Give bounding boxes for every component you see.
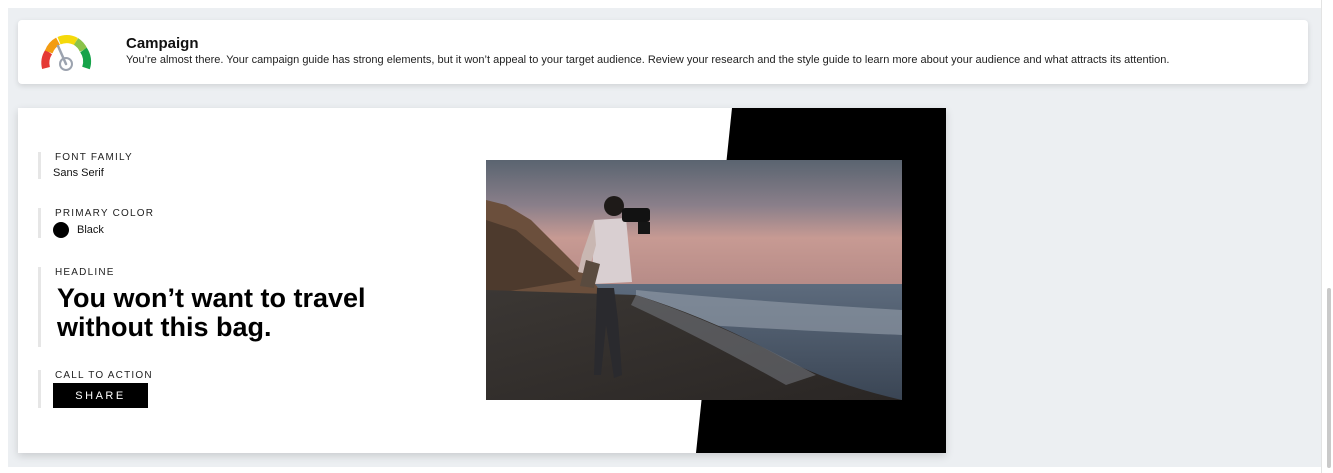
headline-text: You won’t want to travel without this ba… (57, 283, 366, 342)
campaign-preview-card: FONT FAMILY Sans Serif PRIMARY COLOR Bla… (18, 108, 946, 453)
call-to-action-label: CALL TO ACTION (55, 370, 153, 381)
photographer-beach-image (486, 160, 902, 400)
feedback-banner: Campaign You’re almost there. Your campa… (18, 20, 1308, 84)
banner-title: Campaign (126, 35, 199, 52)
primary-color-value: Black (77, 224, 104, 236)
gauge-segment (44, 37, 61, 54)
color-swatch (53, 222, 69, 238)
scrollbar[interactable] (1321, 0, 1333, 473)
gauge-segment (41, 49, 53, 69)
primary-color-field: PRIMARY COLOR Black (38, 208, 154, 238)
gauge-segment (80, 47, 92, 70)
gauge-icon (41, 35, 92, 71)
headline-label: HEADLINE (55, 267, 115, 278)
font-family-field: FONT FAMILY Sans Serif (38, 152, 133, 179)
gauge-segment (57, 35, 78, 46)
banner-message: You’re almost there. Your campaign guide… (126, 54, 1170, 66)
primary-color-label: PRIMARY COLOR (55, 208, 155, 219)
primary-color-row: Black (53, 222, 154, 238)
headline-field: HEADLINE You won’t want to travel withou… (38, 267, 417, 347)
call-to-action-field: CALL TO ACTION SHARE (38, 370, 153, 408)
font-family-label: FONT FAMILY (55, 152, 133, 163)
font-family-value: Sans Serif (53, 167, 104, 179)
share-button[interactable]: SHARE (53, 383, 148, 408)
scrollbar-thumb[interactable] (1327, 288, 1331, 468)
gauge-segment (73, 38, 88, 52)
